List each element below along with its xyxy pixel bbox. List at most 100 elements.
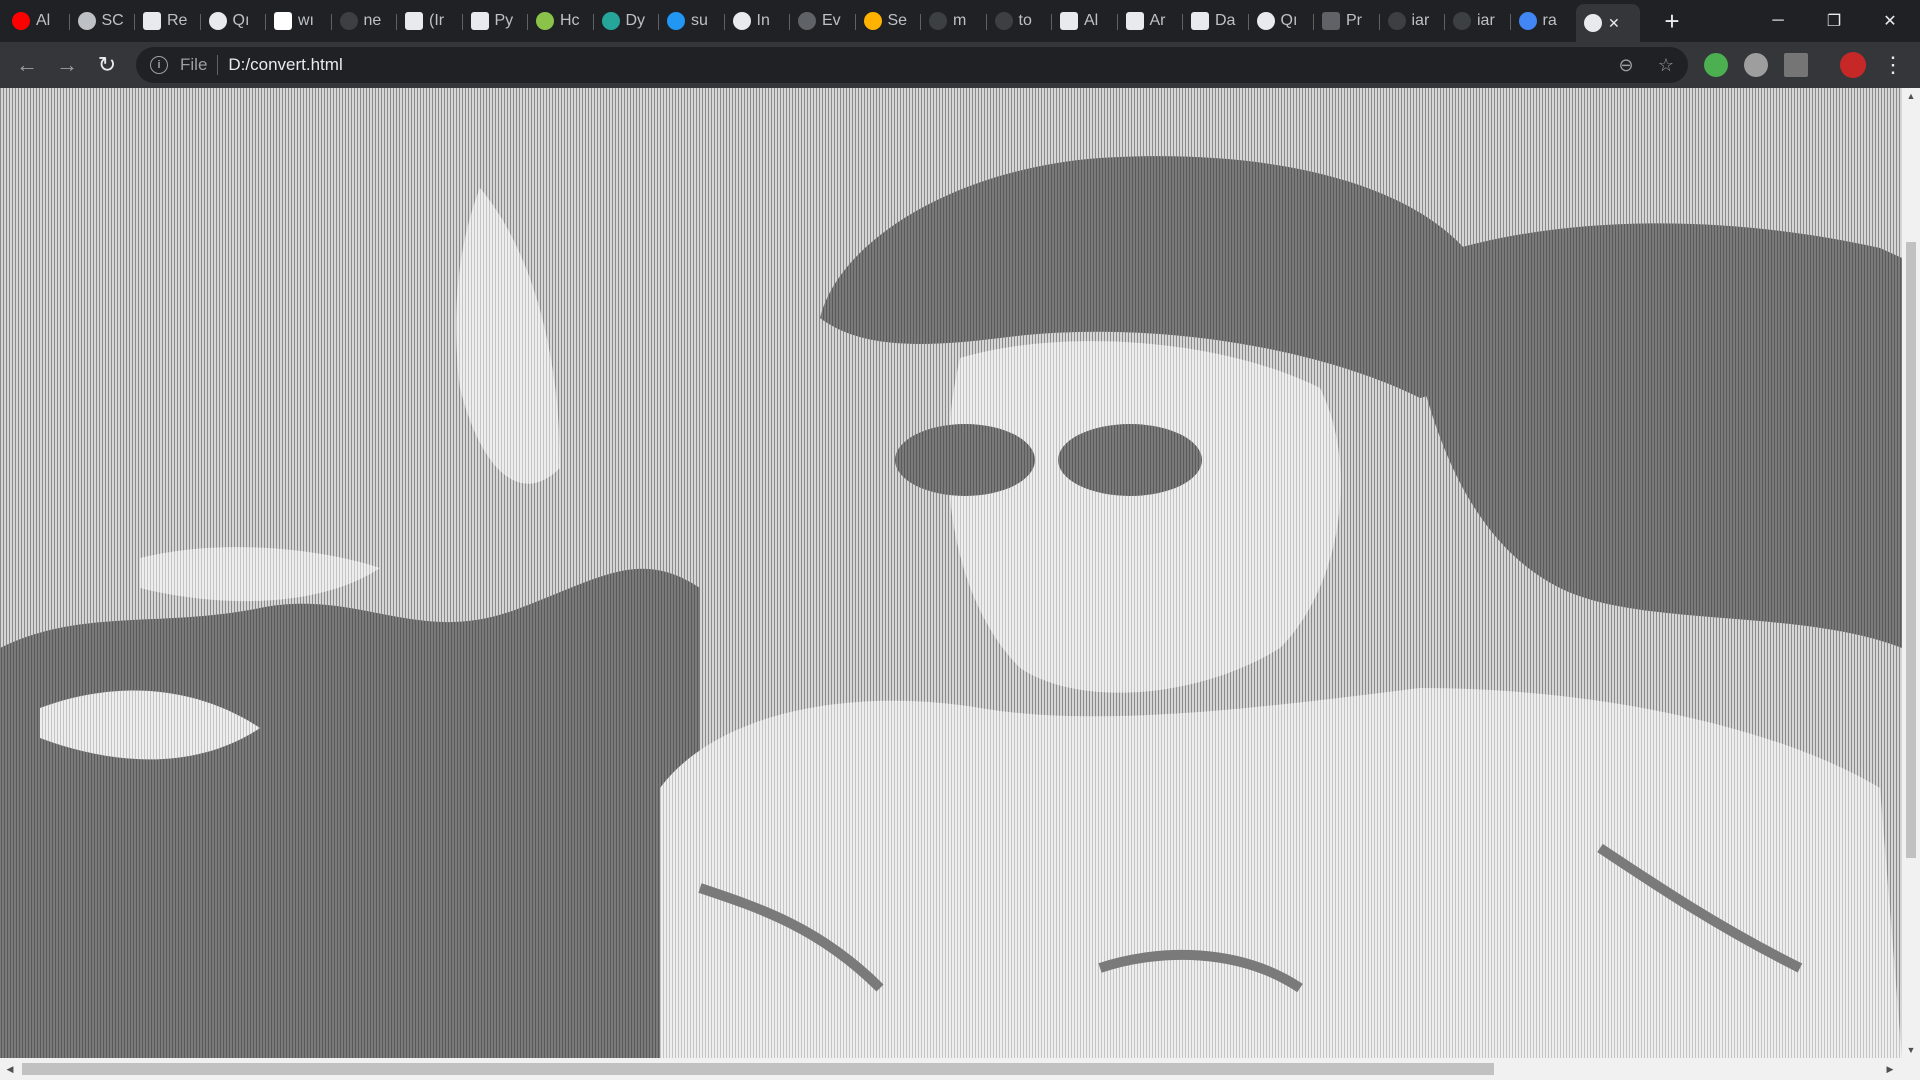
- forward-button[interactable]: →: [50, 48, 84, 82]
- tab-separator: [1116, 14, 1118, 30]
- tab-active[interactable]: ✕: [1576, 4, 1640, 42]
- scroll-left-icon[interactable]: ◀: [2, 1058, 18, 1080]
- tab-title: Al: [1084, 12, 1099, 29]
- tab-14[interactable]: Se: [856, 6, 920, 36]
- hand-icon: [1125, 12, 1144, 30]
- tab-title: iar: [1477, 12, 1495, 29]
- tab-title: SC: [101, 12, 124, 29]
- minimize-button[interactable]: ─: [1750, 0, 1806, 42]
- tab-title: ra: [1542, 12, 1557, 29]
- address-bar[interactable]: i File D:/convert.html ⊖ ☆: [136, 47, 1688, 83]
- tab-1[interactable]: Al: [4, 6, 68, 36]
- tab-title: Ev: [822, 12, 841, 29]
- scroll-right-icon[interactable]: ▶: [1882, 1058, 1898, 1080]
- globe-icon: [1584, 14, 1602, 32]
- horizontal-scrollbar[interactable]: ◀ ▶: [0, 1058, 1920, 1080]
- globe-icon: [208, 12, 227, 30]
- tab-6[interactable]: ne: [332, 6, 396, 36]
- tab-separator: [1182, 14, 1183, 30]
- maximize-button[interactable]: ❐: [1806, 0, 1862, 42]
- tab-title: iar: [1411, 12, 1430, 29]
- tab-10[interactable]: Dy: [594, 6, 658, 36]
- profile-avatar[interactable]: [1840, 52, 1866, 78]
- tab-21[interactable]: Pr: [1314, 6, 1378, 36]
- tab-separator: [1247, 14, 1249, 30]
- site-info-icon[interactable]: i: [150, 56, 168, 74]
- face-region: [948, 341, 1341, 693]
- tab-22[interactable]: iar: [1380, 6, 1444, 36]
- youtube-icon: [12, 12, 30, 30]
- tab-separator: [461, 14, 463, 30]
- headset-icon: [863, 12, 882, 30]
- tab-title: Qı: [232, 12, 250, 29]
- tab-separator: [330, 14, 332, 30]
- tab-title: Pr: [1346, 12, 1362, 29]
- tab-title: Hc: [560, 12, 580, 29]
- tab-separator: [789, 14, 790, 30]
- tab-title: Dy: [625, 12, 646, 29]
- reload-button[interactable]: ↻: [90, 48, 124, 82]
- github-icon: [1387, 12, 1406, 30]
- tab-close-icon[interactable]: ✕: [1608, 15, 1620, 32]
- tab-separator: [985, 14, 987, 30]
- tab-19[interactable]: Da: [1183, 6, 1247, 36]
- tab-20[interactable]: Qı: [1249, 6, 1313, 36]
- extension-3-icon[interactable]: [1784, 53, 1808, 77]
- arrow-icon: [536, 12, 554, 30]
- back-button[interactable]: ←: [10, 48, 44, 82]
- vertical-scroll-thumb[interactable]: [1906, 242, 1916, 858]
- tab-2[interactable]: SC: [70, 6, 134, 36]
- hand-icon: [405, 12, 423, 30]
- tab-5[interactable]: wı: [266, 6, 330, 36]
- github-icon: [1453, 12, 1471, 30]
- zoom-icon[interactable]: ⊖: [1616, 55, 1636, 75]
- tab-separator: [658, 14, 659, 30]
- laptop-icon: [1322, 12, 1340, 30]
- tab-3[interactable]: Re: [135, 6, 199, 36]
- extension-1-icon[interactable]: [1704, 53, 1728, 77]
- scheme-label: File: [180, 55, 208, 74]
- tab-16[interactable]: to: [987, 6, 1051, 36]
- github-icon: [994, 12, 1013, 30]
- sunglasses-right-lens: [1058, 424, 1202, 496]
- browser-menu-button[interactable]: ⋮: [1876, 48, 1910, 82]
- extension-2-icon[interactable]: [1744, 53, 1768, 77]
- tab-title: Qı: [1280, 12, 1298, 29]
- tab-separator: [1313, 14, 1314, 30]
- tab-title: wı: [298, 12, 314, 29]
- tab-18[interactable]: Ar: [1118, 6, 1182, 36]
- tab-23[interactable]: iar: [1445, 6, 1509, 36]
- foreground-left-dark-region: [0, 568, 700, 1058]
- tab-9[interactable]: Hc: [528, 6, 592, 36]
- bookmark-star-icon[interactable]: ☆: [1656, 55, 1676, 75]
- tab-strip: ✕ + ─ ❐ ✕ Al SC Re Qı wı ne (Ir Py Hc Dy su In Ev Se m…: [0, 0, 1920, 42]
- scroll-down-icon[interactable]: ▼: [1902, 1042, 1920, 1058]
- tab-11[interactable]: su: [659, 6, 723, 36]
- tab-7[interactable]: (Ir: [397, 6, 461, 36]
- scroll-up-icon[interactable]: ▲: [1902, 88, 1920, 104]
- horizontal-scroll-thumb[interactable]: [22, 1063, 1494, 1075]
- tab-separator: [723, 14, 725, 30]
- tab-13[interactable]: Ev: [790, 6, 854, 36]
- tab-separator: [68, 14, 70, 30]
- shirt-region: [660, 688, 1902, 1058]
- url-text[interactable]: D:/convert.html: [228, 55, 342, 75]
- address-divider: [217, 55, 219, 75]
- tab-title: Py: [494, 12, 514, 29]
- tab-4[interactable]: Qı: [201, 6, 265, 36]
- google-icon: [1518, 12, 1537, 30]
- tab-title: Da: [1215, 12, 1236, 29]
- tab-8[interactable]: Py: [463, 6, 527, 36]
- github-icon: [339, 12, 358, 30]
- tab-separator: [396, 14, 397, 30]
- close-window-button[interactable]: ✕: [1862, 0, 1918, 42]
- tab-17[interactable]: Al: [1052, 6, 1116, 36]
- vertical-scrollbar[interactable]: ▲ ▼: [1902, 88, 1920, 1058]
- tab-12[interactable]: In: [725, 6, 789, 36]
- new-tab-button[interactable]: +: [1658, 8, 1686, 34]
- database-icon: [77, 12, 96, 30]
- tab-24[interactable]: ra: [1511, 6, 1575, 36]
- tab-title: In: [756, 12, 770, 29]
- hand-icon: [1191, 12, 1209, 30]
- tab-15[interactable]: m: [921, 6, 985, 36]
